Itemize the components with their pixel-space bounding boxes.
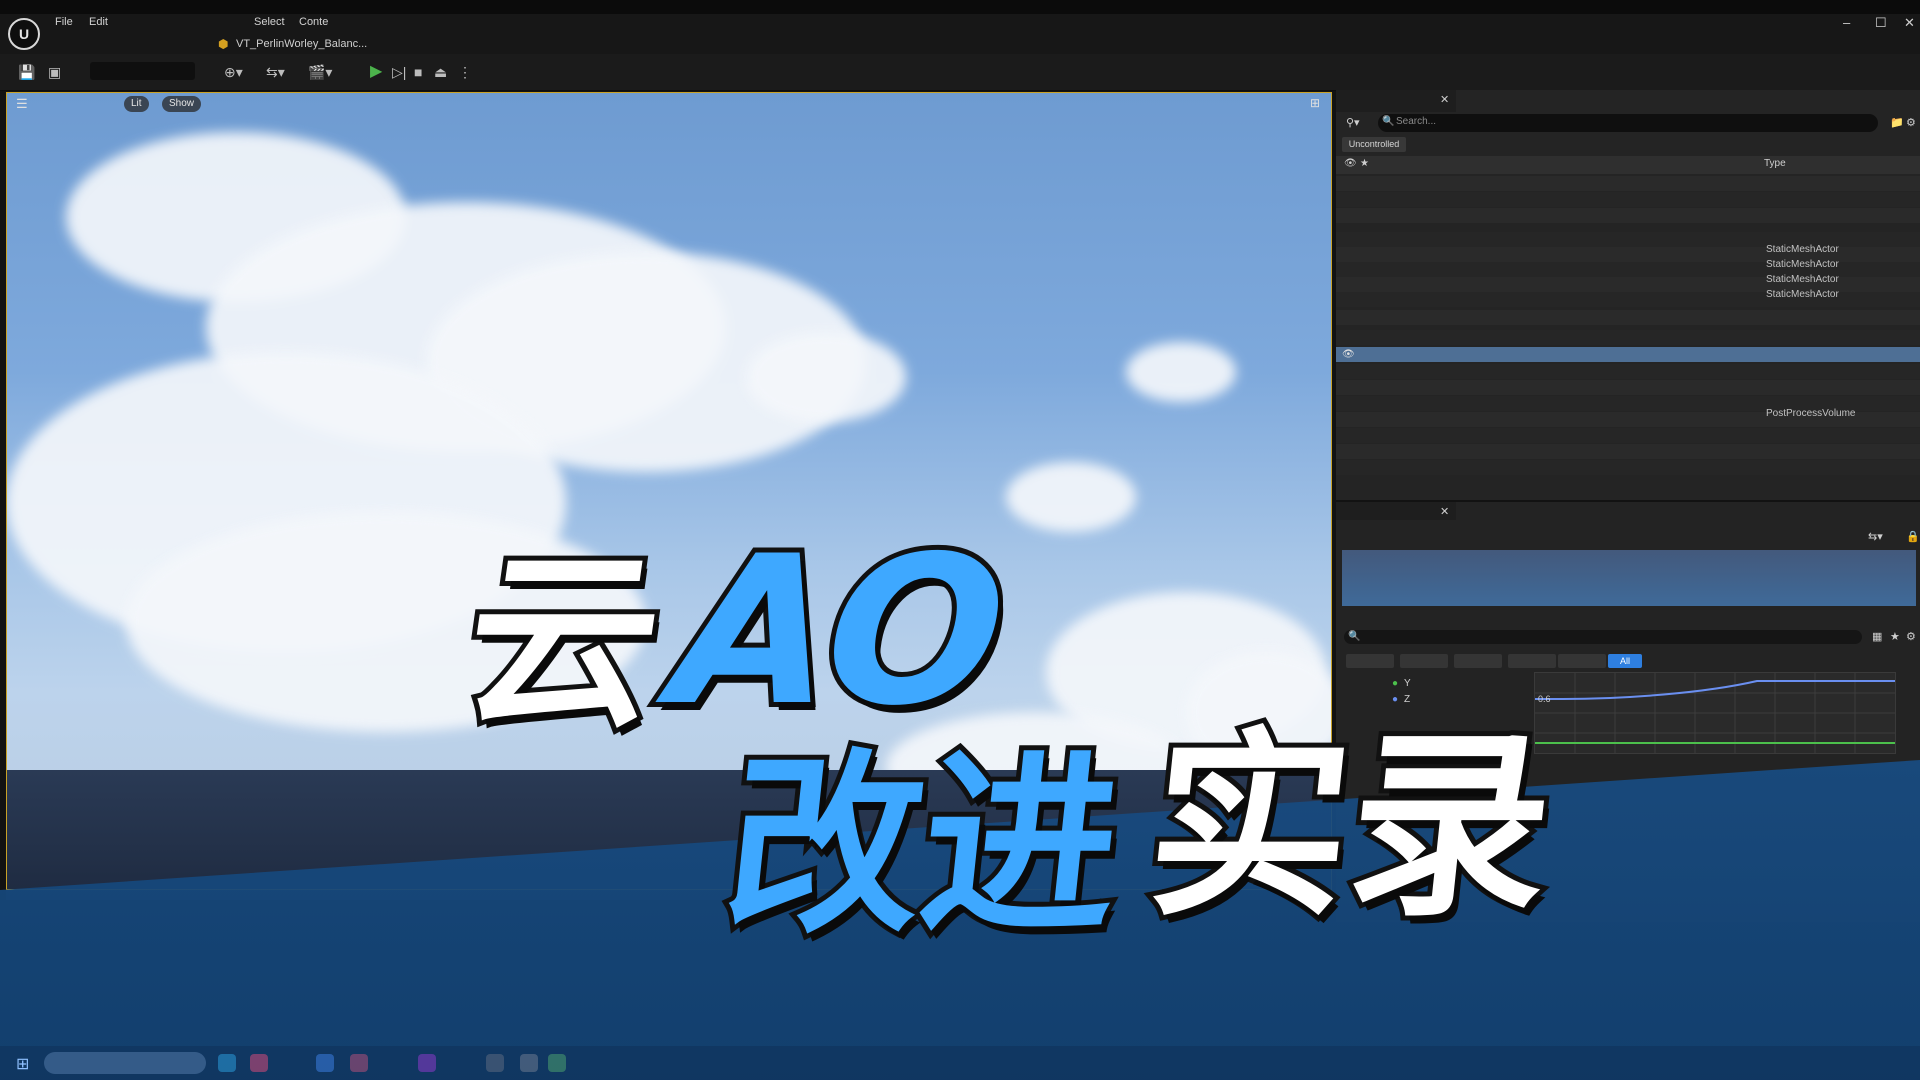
curve-graph-svg	[1535, 673, 1895, 753]
curve-label-z: Z	[1404, 694, 1411, 705]
app-icon[interactable]	[350, 1054, 368, 1072]
filter-chip[interactable]	[1346, 654, 1394, 668]
filter-chip[interactable]	[1400, 654, 1448, 668]
type-cell: StaticMeshActor	[1766, 244, 1839, 255]
app-icon[interactable]	[548, 1054, 566, 1072]
save-icon[interactable]: 💾	[18, 62, 35, 82]
menu-file[interactable]: File	[55, 16, 73, 28]
favorite-star-icon[interactable]: ★	[1360, 158, 1369, 169]
headline-cloud: 云	[448, 527, 679, 758]
outliner-search-input[interactable]	[1378, 114, 1878, 132]
edge-browser-icon[interactable]	[218, 1054, 236, 1072]
outliner-row[interactable]	[1336, 364, 1920, 379]
browse-icon[interactable]: ▣	[48, 62, 61, 82]
search-placeholder: Search...	[1396, 116, 1437, 127]
close-outliner-icon[interactable]: ✕	[1440, 93, 1449, 106]
lit-mode-button[interactable]: Lit	[124, 96, 149, 112]
add-folder-icon[interactable]: 📁	[1890, 116, 1904, 129]
filter-chip[interactable]	[1454, 654, 1502, 668]
outliner-tab[interactable]	[1336, 90, 1456, 112]
outliner-row[interactable]	[1336, 460, 1920, 475]
row-visibility-eye-icon[interactable]: 👁	[1342, 349, 1355, 360]
close-window-button[interactable]: ✕	[1904, 15, 1915, 31]
toolbar-search-field[interactable]	[90, 62, 195, 80]
type-column-header[interactable]: Type	[1764, 158, 1786, 169]
windows-taskbar	[0, 1046, 1920, 1080]
cloud-shape	[1006, 462, 1136, 532]
type-cell: PostProcessVolume	[1766, 408, 1856, 419]
outliner-row[interactable]	[1336, 176, 1920, 191]
filter-chip[interactable]	[1508, 654, 1556, 668]
eject-icon[interactable]: ⏏	[434, 62, 447, 82]
app-icon[interactable]	[418, 1054, 436, 1072]
settings-gear-icon[interactable]: ⚙	[1906, 116, 1916, 129]
outliner-row[interactable]	[1336, 192, 1920, 207]
windows-start-icon[interactable]: ⊞	[16, 1054, 29, 1074]
headline-ao: AO	[659, 508, 1021, 756]
outliner-row[interactable]	[1336, 208, 1920, 223]
visibility-eye-icon[interactable]: 👁	[1344, 158, 1357, 169]
system-top-bar	[0, 0, 1920, 14]
outliner-column-header	[1336, 156, 1920, 174]
outliner-row[interactable]	[1336, 444, 1920, 459]
filter-all-chip[interactable]: All	[1608, 654, 1642, 668]
outliner-row[interactable]	[1336, 428, 1920, 443]
minimize-button[interactable]: –	[1843, 15, 1850, 30]
view-options-icon[interactable]: ⇆▾	[1868, 530, 1883, 543]
search-icon: 🔍	[1382, 116, 1395, 127]
type-cell: StaticMeshActor	[1766, 259, 1839, 270]
curve-editor-graph[interactable]	[1534, 672, 1896, 754]
viewport-menu-icon[interactable]: ☰	[16, 96, 28, 112]
headline-improvement: 改进	[711, 727, 1135, 964]
outliner-row[interactable]	[1336, 380, 1920, 395]
viewport-layout-icon[interactable]: ⊞	[1310, 96, 1320, 110]
lock-icon[interactable]: 🔒	[1906, 530, 1920, 543]
menu-content[interactable]: Conte	[299, 16, 328, 28]
headline-record: 实录	[1133, 706, 1568, 949]
favorite-star-icon[interactable]: ★	[1890, 630, 1900, 643]
taskbar-search-field[interactable]	[44, 1052, 206, 1074]
snap-icon[interactable]: ⇆▾	[266, 62, 285, 82]
stop-icon[interactable]: ■	[414, 62, 422, 82]
level-tab-title[interactable]: VT_PerlinWorley_Balanc...	[236, 38, 367, 50]
level-icon: ⬢	[218, 37, 229, 51]
more-options-icon[interactable]: ⋮	[458, 62, 472, 82]
details-search-input[interactable]	[1344, 630, 1862, 644]
cloud-shape	[746, 332, 906, 422]
details-tab[interactable]	[1336, 502, 1456, 520]
z-channel-dot-icon: ●	[1392, 694, 1399, 705]
grid-view-icon[interactable]: ▦	[1872, 630, 1882, 643]
close-details-icon[interactable]: ✕	[1440, 505, 1449, 518]
filter-icon[interactable]: ⚲▾	[1346, 116, 1360, 129]
main-toolbar	[0, 54, 1920, 91]
menu-edit[interactable]: Edit	[89, 16, 108, 28]
outliner-row[interactable]	[1336, 310, 1920, 325]
outliner-row-selected[interactable]	[1336, 347, 1920, 362]
add-actor-icon[interactable]: ⊕▾	[224, 62, 243, 82]
step-icon[interactable]: ▷|	[392, 62, 406, 82]
show-menu-button[interactable]: Show	[162, 96, 202, 112]
type-cell: StaticMeshActor	[1766, 289, 1839, 300]
curve-value-label: 0.6	[1538, 694, 1551, 704]
vscode-icon[interactable]	[316, 1054, 334, 1072]
cinematics-icon[interactable]: 🎬▾	[308, 62, 332, 82]
unreal-logo-icon[interactable]: U	[8, 18, 40, 50]
menu-select[interactable]: Select	[254, 16, 285, 28]
details-settings-gear-icon[interactable]: ⚙	[1906, 630, 1916, 643]
selected-actor-header[interactable]	[1342, 550, 1916, 606]
filter-chip[interactable]	[1558, 654, 1606, 668]
cloud-shape	[1126, 342, 1236, 402]
play-icon[interactable]: ▶	[370, 62, 382, 82]
details-search-icon: 🔍	[1348, 631, 1361, 642]
type-cell: StaticMeshActor	[1766, 274, 1839, 285]
outliner-row[interactable]	[1336, 330, 1920, 345]
app-icon[interactable]	[250, 1054, 268, 1072]
app-icon[interactable]	[486, 1054, 504, 1072]
z-curve-line	[1535, 680, 1895, 700]
y-channel-dot-icon: ●	[1392, 678, 1399, 689]
maximize-button[interactable]: ☐	[1875, 15, 1887, 31]
uncontrolled-filter-chip[interactable]: Uncontrolled	[1342, 137, 1406, 152]
curve-label-y: Y	[1404, 678, 1411, 689]
unreal-taskbar-icon[interactable]	[520, 1054, 538, 1072]
